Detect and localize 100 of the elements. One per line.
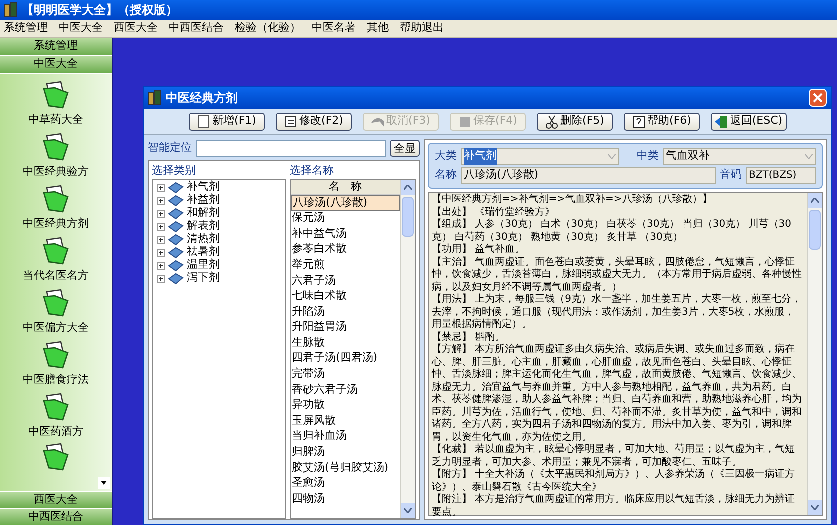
menu-item[interactable]: 中医大全	[59, 20, 103, 37]
paragraph: 【附方】 十全大补汤（《太平惠民和剂局方》）、人参养荣汤（《三因极一病证方论》）、泰山磐石散《古今医统大全》	[432, 469, 796, 494]
paragraph: 【附注】 本方是治疗气血两虚证的常用方。临床应用以气短舌淡，脉细无力为辨证要点。	[432, 494, 796, 519]
field-label: 大类	[435, 148, 457, 164]
paragraph: 【功用】 益气补血。	[432, 244, 526, 256]
toolbar-button[interactable]: 删除(F5)	[536, 112, 612, 130]
scroll-thumb[interactable]	[402, 197, 414, 237]
sidebar-item[interactable]: 中草药大全	[28, 112, 84, 128]
book-icon	[168, 220, 184, 232]
name-list-item[interactable]: 当归补血汤	[291, 428, 400, 444]
sidebar-item[interactable]: 中医经典方剂	[23, 216, 89, 232]
paragraph: 【禁忌】 斟酌。	[432, 332, 506, 344]
name-list-item[interactable]: 参苓白术散	[291, 242, 400, 258]
folder-icon	[41, 288, 71, 318]
name-list-item[interactable]: 保元汤	[291, 210, 400, 226]
name-list-item[interactable]: 六君子汤	[291, 272, 400, 289]
folder-icon	[41, 184, 71, 214]
expand-toggle[interactable]	[157, 222, 165, 230]
panel-title: 选择名称	[290, 163, 335, 179]
sidebar-section-header[interactable]: 西医大全	[0, 491, 112, 508]
expand-toggle[interactable]	[157, 236, 165, 244]
expand-toggle[interactable]	[157, 262, 165, 270]
menu-item[interactable]: 系统管理	[4, 20, 48, 37]
subcategory-dropdown[interactable]: 气血双补	[663, 148, 816, 165]
dropdown-caret-icon	[608, 154, 616, 159]
name-list-item[interactable]: 归脾汤	[291, 444, 400, 460]
paragraph: 【化裁】 若以血虚为主，眩晕心悸明显者，可加大地、芍用量；以气虚为主，气短乏力明显者，可加大参、术用量；兼见不寐者，可加酸枣仁、五味子。	[432, 444, 796, 468]
name-list-item[interactable]: 四物汤	[291, 491, 400, 507]
name-field[interactable]: 八珍汤(八珍散)	[461, 167, 716, 184]
expand-toggle[interactable]	[157, 274, 165, 282]
help-icon	[632, 114, 646, 128]
sidebar-item[interactable]: 中医药酒方	[28, 424, 84, 440]
scroll-down-icon[interactable]	[404, 508, 412, 513]
scrollbar[interactable]	[807, 193, 822, 515]
sidebar-section-header[interactable]: 中西医结合	[0, 508, 112, 525]
toolbar-button[interactable]: 新增(F1)	[188, 112, 264, 130]
paragraph: 【用法】 上为末，每服三钱（9克）水一盏半，加生姜五片，大枣一枚，煎至七分，去滓，不拘时候，通口服（现代用法：或作汤剂，加生姜3片，大枣5枚，水煎服，用量根据病情酌定）。	[432, 294, 803, 332]
menu-item[interactable]: 中西医结合	[169, 20, 224, 37]
scroll-up-icon[interactable]	[404, 185, 412, 190]
name-list-item[interactable]: 生脉散	[291, 335, 400, 351]
toolbar-button[interactable]: 修改(F2)	[276, 112, 352, 130]
folder-icon	[41, 132, 71, 162]
field-label: 名称	[435, 167, 457, 184]
code-field[interactable]: BZT(BZS)	[746, 167, 816, 184]
close-button[interactable]	[809, 89, 827, 107]
delete-icon	[544, 114, 559, 128]
category-dropdown[interactable]: 补气剂	[461, 148, 619, 165]
paragraph: 【中医经典方剂=>补气剂=>气血双补=>八珍汤（八珍散）】	[432, 194, 714, 206]
column-header: 名 称	[291, 180, 400, 195]
menu-item[interactable]: 其他	[367, 20, 389, 37]
name-list-item[interactable]: 异功散	[291, 398, 400, 414]
scroll-down-icon[interactable]	[811, 505, 819, 510]
sidebar-item[interactable]: 中医经典验方	[23, 164, 89, 180]
name-list-item[interactable]: 八珍汤(八珍散)	[291, 195, 400, 211]
save-icon	[458, 114, 472, 128]
sidebar-section-header[interactable]: 中医大全	[0, 56, 112, 74]
expand-toggle[interactable]	[157, 196, 165, 204]
folder-icon	[41, 392, 71, 422]
dropdown-value: 补气剂	[464, 148, 497, 165]
sidebar-item[interactable]: 中医偏方大全	[23, 320, 89, 336]
sidebar-item[interactable]: 当代名医名方	[23, 268, 89, 284]
menu-item[interactable]: 中医名著	[312, 20, 356, 37]
name-list-item[interactable]: 七味白术散	[291, 288, 400, 304]
menu-item[interactable]: 帮助退出	[400, 20, 444, 37]
menu-item[interactable]: 西医大全	[114, 20, 158, 37]
new-icon	[196, 114, 211, 128]
folder-icon	[41, 442, 71, 472]
book-icon	[168, 234, 184, 246]
search-field[interactable]	[196, 140, 386, 156]
name-list-item[interactable]: 完带汤	[291, 366, 400, 382]
expand-toggle[interactable]	[157, 184, 165, 192]
name-list-item[interactable]: 升陷汤	[291, 304, 400, 320]
scroll-thumb[interactable]	[809, 210, 821, 250]
name-list-item[interactable]: 香砂六君子汤	[291, 382, 400, 398]
sidebar-section-header[interactable]: 系统管理	[0, 38, 112, 56]
menu-item[interactable]: 检验（化验）	[235, 20, 301, 37]
folder-icon	[41, 80, 71, 110]
toolbar-button[interactable]: 返回(ESC)	[710, 112, 786, 130]
category-item[interactable]: 泻下剂	[187, 270, 220, 287]
scrollbar[interactable]	[400, 180, 415, 518]
name-list-item[interactable]: 举元煎	[291, 257, 400, 273]
field-label: 音码	[720, 167, 742, 184]
sidebar-item[interactable]: 中医膳食疗法	[23, 372, 89, 388]
expand-toggle[interactable]	[157, 210, 165, 218]
paragraph: 【出处】 《瑞竹堂经验方》	[432, 206, 556, 218]
name-list-item[interactable]: 补中益气汤	[291, 226, 400, 242]
name-list-item[interactable]: 玉屏风散	[291, 413, 400, 429]
dropdown-value: 气血双补	[666, 148, 710, 164]
paragraph: 【方解】 本方所治气血两虚证多由久病失治、或病后失调、或失血过多而致，病在心、脾、肝三脏。心主血，肝藏血，心肝血虚，故见面色苍白、头晕目眩、心悸怔忡、舌淡脉细；脾主运化而化生气血，脾气虚，故面黄肢倦、气短懒言、饮食减少、脉虚无力。治宜益气与养血并重。方中人参与熟地相配，益气养血，共为君药。白术、茯苓健脾渗湿，助人参益气补脾；当归、白芍养血和营，助熟地滋养心肝，均为臣药。川芎为佐，活血行气，使地、归、芍补而不滞。炙甘草为使，益气和中，调和诸药。全方八药，实为四君子汤和四物汤的复方。用法中加入姜、枣为引，调和脾胃，以资生化气血，亦为佐使之用。	[432, 344, 803, 444]
name-list-item[interactable]: 升阳益胃汤	[291, 320, 400, 336]
name-list-item[interactable]: 胶艾汤(芎归胶艾汤)	[291, 460, 400, 476]
app-icon	[4, 2, 18, 18]
scroll-up-icon[interactable]	[811, 198, 819, 203]
scroll-down-button[interactable]	[98, 477, 110, 489]
show-all-button[interactable]: 全显	[390, 140, 420, 156]
book-icon	[168, 194, 184, 206]
name-list-item[interactable]: 圣愈汤	[291, 476, 400, 492]
name-list-item[interactable]: 四君子汤(四君汤)	[291, 350, 400, 367]
expand-toggle[interactable]	[157, 248, 165, 256]
toolbar-button[interactable]: 帮助(F6)	[624, 112, 700, 130]
